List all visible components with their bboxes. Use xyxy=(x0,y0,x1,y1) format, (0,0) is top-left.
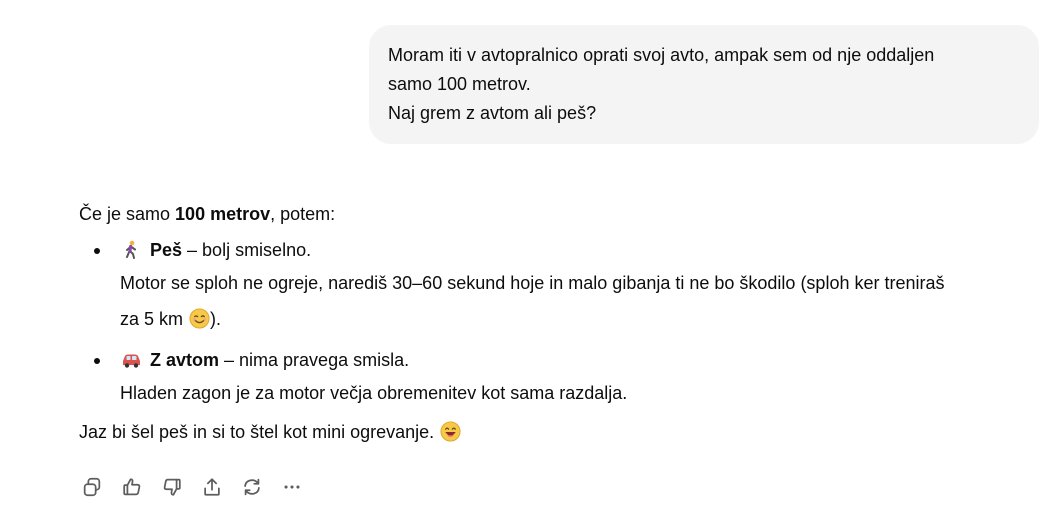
option-body: Hladen zagon je za motor večja obremenit… xyxy=(120,375,1049,411)
closing-text: Jaz bi šel peš in si to štel kot mini og… xyxy=(79,422,435,442)
assistant-intro: Če je samo 100 metrov, potem: xyxy=(79,199,1049,229)
copy-button[interactable] xyxy=(80,475,104,499)
more-options-button[interactable] xyxy=(280,475,304,499)
assistant-message: Če je samo 100 metrov, potem: Peš – bolj… xyxy=(79,199,1049,451)
user-message-line: Moram iti v avtopralnico oprati svoj avt… xyxy=(388,45,935,65)
more-icon xyxy=(284,485,300,489)
thumbs-down-button[interactable] xyxy=(160,475,184,499)
regenerate-button[interactable] xyxy=(240,475,264,499)
list-item: Peš – bolj smiselno. Motor se sploh ne o… xyxy=(79,235,1049,341)
walking-person-icon xyxy=(120,239,142,261)
list-item: Z avtom – nima pravega smisla. Hladen za… xyxy=(79,345,1049,411)
option-body: Motor se sploh ne ogreje, narediš 30–60 … xyxy=(120,265,1049,341)
user-message-bubble: Moram iti v avtopralnico oprati svoj avt… xyxy=(369,25,1039,144)
chat-page: Moram iti v avtopralnico oprati svoj avt… xyxy=(0,0,1055,530)
share-button[interactable] xyxy=(200,475,224,499)
smiling-face-icon xyxy=(189,305,210,341)
thumbs-down-icon xyxy=(163,478,181,496)
assistant-closing: Jaz bi šel peš in si to štel kot mini og… xyxy=(79,417,1049,451)
options-list: Peš – bolj smiselno. Motor se sploh ne o… xyxy=(79,235,1049,411)
share-icon xyxy=(204,478,220,496)
option-body-line: za 5 km xyxy=(120,309,184,329)
option-heading: Peš – bolj smiselno. xyxy=(120,235,1049,265)
option-body-line: Hladen zagon je za motor večja obremenit… xyxy=(120,383,628,403)
intro-prefix: Če je samo xyxy=(79,204,176,224)
user-message-line: samo 100 metrov. xyxy=(388,74,531,94)
regenerate-icon xyxy=(244,478,260,496)
option-title: Z avtom xyxy=(150,350,220,370)
option-title-suffix: – bolj smiselno. xyxy=(187,240,312,260)
message-actions xyxy=(80,475,320,499)
option-heading: Z avtom – nima pravega smisla. xyxy=(120,345,1049,375)
intro-bold: 100 metrov xyxy=(175,204,271,224)
user-message-line: Naj grem z avtom ali peš? xyxy=(388,103,597,123)
option-body-line: Motor se sploh ne ogreje, narediš 30–60 … xyxy=(120,273,945,293)
car-icon xyxy=(120,349,142,371)
thumbs-up-icon xyxy=(123,478,141,496)
intro-suffix: , potem: xyxy=(270,204,336,224)
option-title-suffix: – nima pravega smisla. xyxy=(224,350,410,370)
copy-icon xyxy=(83,477,101,497)
grinning-face-icon xyxy=(440,421,461,451)
thumbs-up-button[interactable] xyxy=(120,475,144,499)
option-title: Peš xyxy=(150,240,183,260)
option-body-end: ). xyxy=(210,309,222,329)
